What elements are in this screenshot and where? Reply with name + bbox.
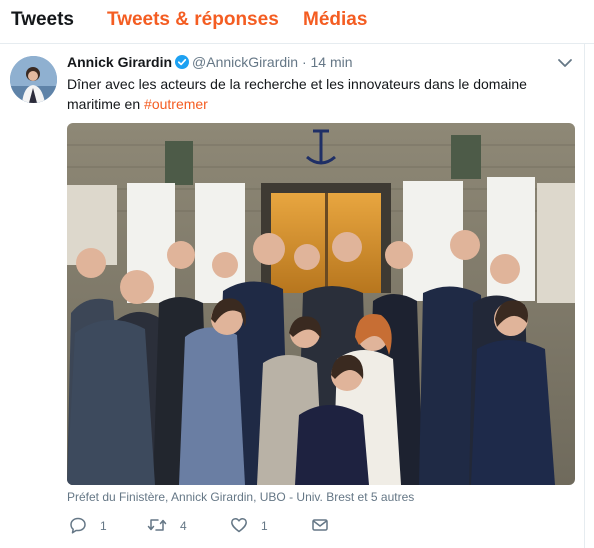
author-handle[interactable]: @AnnickGirardin [192, 54, 298, 70]
reply-button[interactable]: 1 [69, 515, 107, 537]
tweet-timestamp[interactable]: 14 min [311, 54, 353, 70]
hashtag-link[interactable]: #outremer [144, 96, 208, 112]
reply-icon [69, 516, 87, 537]
retweet-icon [147, 516, 167, 537]
retweet-button[interactable]: 4 [147, 515, 187, 537]
tab-tweets-replies[interactable]: Tweets & réponses [107, 9, 279, 31]
reply-count: 1 [100, 519, 107, 533]
tweet-actions: 1 4 1 [67, 515, 367, 537]
tab-tweets[interactable]: Tweets [11, 9, 74, 31]
tab-media[interactable]: Médias [303, 9, 367, 31]
like-button[interactable]: 1 [230, 515, 268, 537]
chevron-down-icon[interactable] [556, 56, 574, 70]
verified-badge-icon [175, 55, 190, 72]
group-photo-image [67, 123, 575, 485]
direct-message-button[interactable] [311, 515, 329, 537]
author-name[interactable]: Annick Girardin [67, 54, 172, 70]
timeline-border [584, 44, 585, 548]
separator-dot: · [301, 54, 307, 70]
avatar[interactable] [10, 56, 57, 103]
like-count: 1 [261, 519, 268, 533]
tweet-header: Annick Girardin @AnnickGirardin · 14 min [67, 54, 353, 72]
message-icon [311, 516, 329, 537]
retweet-count: 4 [180, 519, 187, 533]
avatar-image [10, 56, 57, 103]
tweet-photo[interactable] [67, 123, 575, 485]
tweet-text-main: Dîner avec les acteurs de la recherche e… [67, 76, 527, 112]
profile-tabs: Tweets Tweets & réponses Médias [0, 0, 594, 44]
photo-tagged-users[interactable]: Préfet du Finistère, Annick Girardin, UB… [67, 490, 414, 504]
like-icon [230, 516, 248, 537]
tweet-text: Dîner avec les acteurs de la recherche e… [67, 74, 567, 114]
